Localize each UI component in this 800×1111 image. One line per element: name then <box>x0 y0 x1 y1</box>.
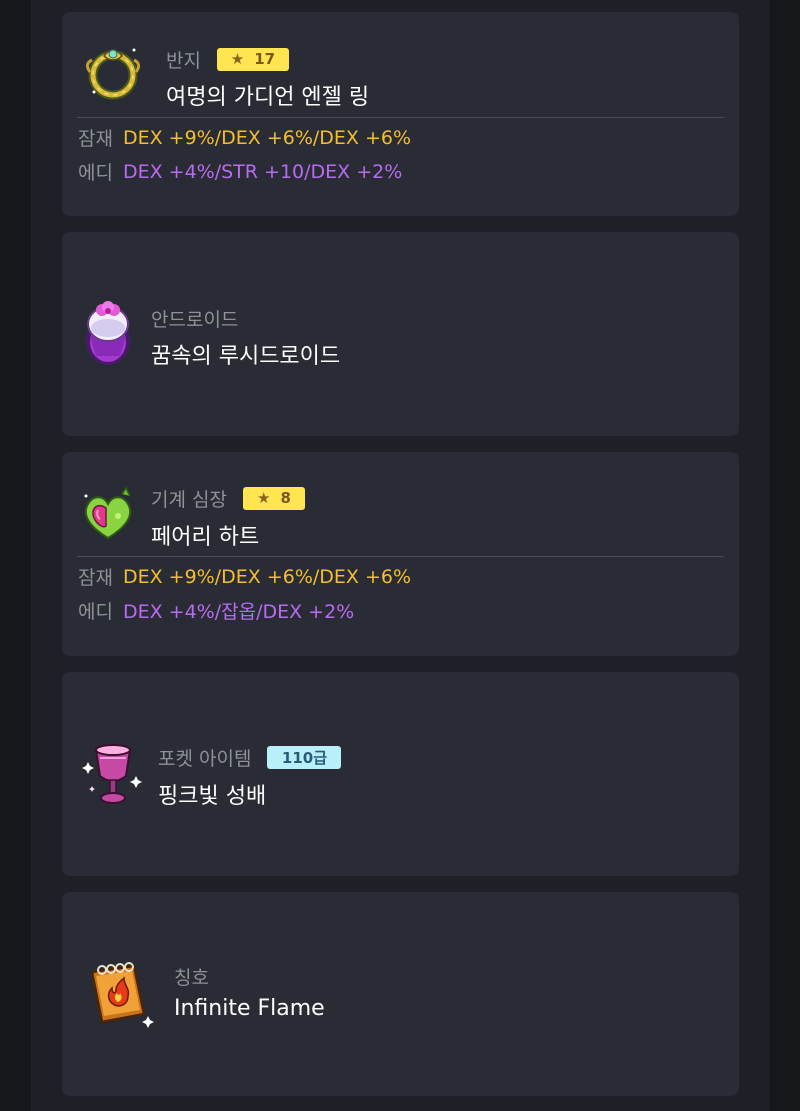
item-name: 꿈속의 루시드로이드 <box>151 344 341 369</box>
star-force-badge: ★ 8 <box>242 486 305 510</box>
potential-label: 잠재 <box>78 567 113 589</box>
star-icon: ★ <box>230 50 245 68</box>
category-row: 기계 심장 ★ 8 <box>151 486 305 511</box>
item-card-title[interactable]: 칭호 Infinite Flame <box>62 892 739 1096</box>
item-category: 기계 심장 <box>151 488 227 511</box>
grade-badge: 110급 <box>267 745 342 769</box>
potential-row: 잠재 DEX +9%/DEX +6%/DEX +6% <box>78 563 411 590</box>
potential-label: 잠재 <box>78 128 113 150</box>
star-force-badge: ★ 17 <box>216 47 289 71</box>
android-icon <box>86 301 130 365</box>
item-name: 페어리 하트 <box>151 525 260 550</box>
item-card-ring[interactable]: 반지 ★ 17 여명의 가디언 엔젤 링 잠재 DEX +9%/DEX +6%/… <box>62 12 739 216</box>
divider <box>77 117 724 118</box>
potential-value: DEX +9%/DEX +6%/DEX +6% <box>122 126 412 149</box>
title-book-icon <box>90 962 154 1028</box>
item-category: 칭호 <box>174 966 209 989</box>
additional-label: 에디 <box>78 162 113 184</box>
item-name: 핑크빛 성배 <box>158 784 267 809</box>
star-icon: ★ <box>257 489 271 507</box>
category-row: 포켓 아이템 110급 <box>158 745 342 770</box>
additional-row: 에디 DEX +4%/잡옵/DEX +2% <box>78 597 354 624</box>
item-category: 포켓 아이템 <box>158 747 252 770</box>
additional-value: DEX +4%/잡옵/DEX +2% <box>122 601 355 623</box>
item-category: 반지 <box>166 49 201 72</box>
category-row: 안드로이드 <box>151 306 239 331</box>
potential-value: DEX +9%/DEX +6%/DEX +6% <box>122 565 412 588</box>
item-card-heart[interactable]: 기계 심장 ★ 8 페어리 하트 잠재 DEX +9%/DEX +6%/DEX … <box>62 452 739 656</box>
chalice-icon <box>82 744 142 804</box>
star-count: 17 <box>254 50 276 68</box>
item-category: 안드로이드 <box>151 308 239 331</box>
additional-row: 에디 DEX +4%/STR +10/DEX +2% <box>78 158 402 185</box>
item-name: 여명의 가디언 엔젤 링 <box>166 85 370 110</box>
heart-icon <box>84 486 132 540</box>
ring-icon <box>85 48 141 100</box>
additional-value: DEX +4%/STR +10/DEX +2% <box>122 160 403 183</box>
category-row: 반지 ★ 17 <box>166 47 289 72</box>
additional-label: 에디 <box>78 601 113 623</box>
item-name: Infinite Flame <box>174 996 325 1021</box>
potential-row: 잠재 DEX +9%/DEX +6%/DEX +6% <box>78 124 411 151</box>
star-count: 8 <box>280 489 291 507</box>
item-card-android[interactable]: 안드로이드 꿈속의 루시드로이드 <box>62 232 739 436</box>
item-card-pocket[interactable]: 포켓 아이템 110급 핑크빛 성배 <box>62 672 739 876</box>
divider <box>77 556 724 557</box>
category-row: 칭호 <box>174 964 209 989</box>
